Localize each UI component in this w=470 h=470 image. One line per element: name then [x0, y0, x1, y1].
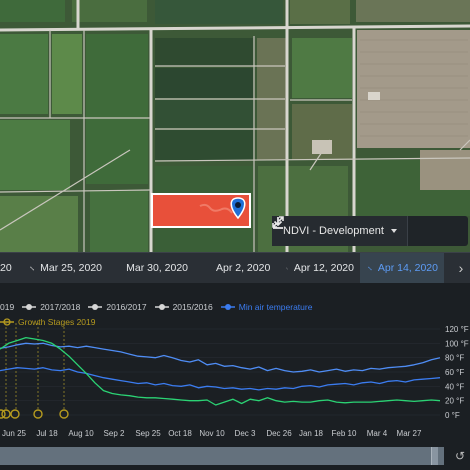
scrollbar-track[interactable]	[0, 447, 444, 465]
chart-scrollbar[interactable]: ↺	[0, 443, 470, 470]
chart-panel: 019 2017/2018 2016/2017 2015/2016 Min ai…	[0, 283, 470, 470]
x-tick-label: Feb 10	[332, 429, 357, 438]
imagery-dates-bar: 20 Mar 25, 2020 Mar 30, 2020 Apr 2, 2020…	[0, 252, 470, 283]
satellite-imagery	[0, 0, 470, 252]
growth-stage-marker	[33, 409, 43, 419]
legend-label: 2017/2018	[40, 302, 81, 312]
y-tick-label: 20 °F	[445, 397, 464, 406]
date-item-active[interactable]: Apr 14, 2020	[360, 253, 444, 283]
layer-control: NDVI - Development	[272, 216, 468, 246]
satellite-icon	[368, 266, 372, 270]
reset-zoom-icon[interactable]: ↺	[452, 448, 468, 464]
legend-item[interactable]: 2017/2018	[22, 302, 80, 312]
date-item[interactable]: Mar 25, 2020	[24, 253, 108, 283]
map-view[interactable]: NDVI - Development	[0, 0, 470, 252]
y-tick-label: 80 °F	[445, 354, 464, 363]
date-label: Apr 2, 2020	[216, 262, 271, 274]
date-label: Apr 14, 2020	[377, 262, 438, 274]
date-item[interactable]: 20	[0, 253, 24, 283]
legend-row: 019 2017/2018 2016/2017 2015/2016 Min ai…	[0, 300, 320, 314]
x-tick-label: Sep 2	[104, 429, 125, 438]
growth-stage-marker	[10, 409, 20, 419]
temperature-chart: 120 °F 100 °F 80 °F 60 °F 40 °F 20 °F 0 °F Jun …	[0, 323, 469, 438]
y-tick-label: 60 °F	[445, 368, 464, 377]
x-tick-label: Jan 18	[299, 429, 324, 438]
y-tick-label: 40 °F	[445, 382, 464, 391]
legend-label: 019	[0, 302, 15, 312]
legend-swatch	[154, 303, 169, 311]
legend-swatch	[220, 303, 235, 311]
legend-label: Min air temperature	[238, 302, 313, 312]
expand-button[interactable]	[272, 216, 468, 246]
series-line	[0, 336, 441, 406]
legend-item[interactable]: 019	[0, 302, 14, 312]
x-tick-label: Nov 10	[199, 429, 225, 438]
legend-label: 2016/2017	[106, 302, 147, 312]
x-tick-label: Dec 26	[266, 429, 292, 438]
x-tick-label: Oct 18	[168, 429, 192, 438]
download-button[interactable]	[273, 216, 441, 246]
date-item[interactable]: Apr 12, 2020	[274, 253, 360, 283]
growth-stage-marker	[59, 409, 69, 419]
x-tick-label: Jun 25	[2, 429, 27, 438]
scrollbar-handle[interactable]	[431, 447, 439, 465]
x-tick-label: Aug 10	[68, 429, 94, 438]
date-label: 20	[0, 262, 12, 274]
layer-select-label: NDVI - Development	[283, 225, 384, 237]
satellite-icon	[30, 266, 34, 270]
chevron-right-icon[interactable]: ›	[452, 253, 470, 283]
x-tick-label: Jul 18	[36, 429, 58, 438]
y-tick-label: 0 °F	[445, 411, 460, 420]
x-tick-label: Mar 4	[367, 429, 388, 438]
legend-item[interactable]: 2016/2017	[88, 302, 147, 312]
layer-select[interactable]: NDVI - Development	[272, 216, 408, 246]
legend-swatch	[88, 303, 103, 311]
legend-item[interactable]: Min air temperature	[220, 302, 313, 312]
satellite-icon	[286, 267, 288, 269]
date-label: Mar 25, 2020	[40, 262, 102, 274]
date-item[interactable]: Mar 30, 2020	[108, 253, 194, 283]
y-tick-label: 120 °F	[445, 325, 469, 334]
y-tick-label: 100 °F	[445, 339, 469, 348]
date-label: Apr 12, 2020	[293, 262, 354, 274]
x-tick-label: Dec 3	[235, 429, 256, 438]
expand-icon	[272, 216, 284, 228]
legend-label: 2015/2016	[172, 302, 213, 312]
x-tick-label: Mar 27	[397, 429, 422, 438]
legend-item[interactable]: 2015/2016	[154, 302, 213, 312]
legend-swatch	[22, 303, 37, 311]
date-label: Mar 30, 2020	[126, 262, 188, 274]
date-item[interactable]: Apr 2, 2020	[194, 253, 274, 283]
chevron-down-icon	[390, 229, 397, 233]
x-tick-label: Sep 25	[135, 429, 161, 438]
